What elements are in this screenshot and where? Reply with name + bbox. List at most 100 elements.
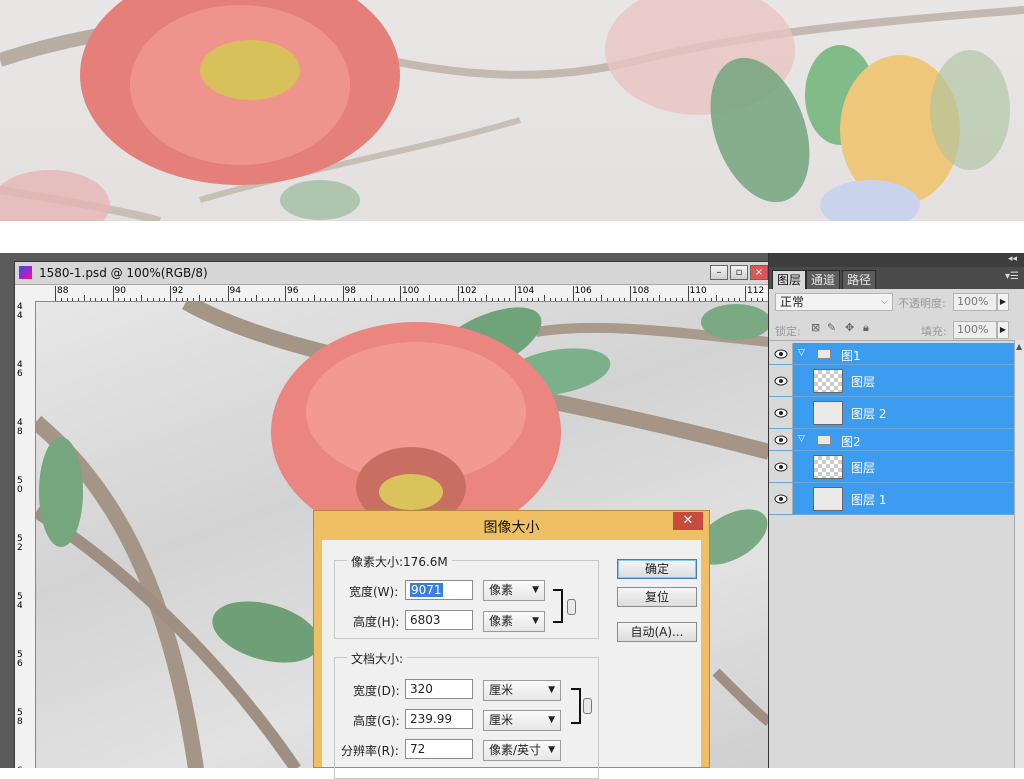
pixel-height-input[interactable]: 6803 — [405, 610, 473, 630]
layer-row[interactable]: 图层 2 — [769, 397, 1014, 429]
pixel-width-unit-select[interactable]: 像素 ▼ — [483, 580, 545, 601]
dialog-close-button[interactable]: ✕ — [673, 512, 703, 530]
ruler-tick — [158, 298, 160, 301]
ruler-tick — [118, 298, 120, 301]
layers-scrollbar[interactable]: ▲ — [1014, 340, 1024, 768]
ruler-tick — [428, 295, 430, 301]
doc-width-unit-select[interactable]: 厘米 ▼ — [483, 680, 561, 701]
layer-row-group[interactable]: ▽ 图2 — [769, 429, 1014, 451]
ruler-tick — [239, 298, 240, 301]
horizontal-ruler[interactable]: 88 90 92 94 96 98 100 102 104 106 108 110 112 — [35, 285, 769, 302]
ruler-tick — [417, 298, 419, 301]
fill-arrow-button[interactable]: ▶ — [997, 321, 1009, 339]
layer-row[interactable]: 图层 — [769, 451, 1014, 483]
visibility-toggle[interactable] — [769, 365, 793, 396]
opacity-arrow-button[interactable]: ▶ — [997, 293, 1009, 311]
fill-input[interactable]: 100% — [953, 321, 997, 339]
ruler-tick — [290, 298, 292, 301]
minimize-button[interactable]: – — [710, 265, 728, 280]
ok-button[interactable]: 确定 — [617, 559, 697, 579]
maximize-button[interactable]: ▫ — [730, 265, 748, 280]
ruler-tick — [83, 295, 85, 301]
layer-row-group[interactable]: ▽ 图1 — [769, 343, 1014, 365]
eye-icon — [774, 435, 788, 445]
blend-mode-select[interactable]: 正常 ⌵ — [775, 293, 893, 311]
opacity-value: 100% — [957, 295, 989, 308]
pixel-height-unit: 像素 — [489, 614, 514, 628]
ruler-tick — [388, 298, 390, 301]
tab-paths[interactable]: 路径 — [842, 270, 877, 289]
visibility-toggle[interactable] — [769, 451, 793, 482]
resolution-input[interactable]: 72 — [405, 739, 473, 759]
ruler-tick — [670, 298, 672, 301]
resolution-unit-select[interactable]: 像素/英寸 ▼ — [483, 740, 561, 761]
ruler-tick — [463, 298, 465, 301]
ruler-tick — [296, 298, 298, 301]
panel-collapse-bar[interactable]: ◂◂ — [769, 253, 1024, 267]
ruler-v-label: 48 — [17, 418, 23, 437]
panel-menu-icon[interactable]: ▾☰ — [1005, 271, 1019, 282]
ruler-tick — [78, 298, 79, 301]
eye-icon — [774, 462, 788, 472]
ruler-tick — [112, 286, 114, 301]
lock-label: 锁定: — [775, 325, 801, 338]
ruler-tick — [440, 298, 442, 301]
layer-thumbnail — [813, 401, 843, 425]
ruler-tick — [451, 298, 453, 301]
lock-brush-icon[interactable]: ✎ — [827, 321, 836, 334]
visibility-toggle[interactable] — [769, 397, 793, 428]
pixel-height-label: 高度(H): — [353, 615, 400, 629]
chevron-down-icon: ▼ — [532, 585, 539, 595]
scroll-up-icon[interactable]: ▲ — [1016, 342, 1022, 351]
auto-button[interactable]: 自动(A)... — [617, 622, 697, 642]
pixel-height-unit-select[interactable]: 像素 ▼ — [483, 611, 545, 632]
image-size-dialog: 图像大小 ✕ 像素大小:176.6M 宽度(W): 9071 像素 ▼ 高度(H)… — [313, 510, 710, 779]
ruler-tick — [607, 298, 608, 301]
doc-height-unit-select[interactable]: 厘米 ▼ — [483, 710, 561, 731]
folder-icon — [817, 349, 831, 359]
lock-transparent-icon[interactable]: ⊠ — [811, 321, 820, 334]
doc-height-input[interactable]: 239.99 — [405, 709, 473, 729]
close-window-button[interactable]: × — [750, 265, 768, 280]
ruler-tick — [658, 295, 660, 301]
pixel-width-input[interactable]: 9071 — [405, 580, 473, 600]
tab-layers[interactable]: 图层 — [772, 270, 807, 289]
folder-icon — [817, 435, 831, 445]
lock-move-icon[interactable]: ✥ — [845, 321, 854, 334]
ruler-tick — [135, 298, 137, 301]
ruler-tick — [630, 286, 631, 301]
document-titlebar[interactable]: 1580-1.psd @ 100%(RGB/8) – ▫ × — [15, 262, 769, 285]
visibility-toggle[interactable] — [769, 483, 793, 514]
doc-width-input[interactable]: 320 — [405, 679, 473, 699]
ruler-tick — [147, 298, 148, 301]
ruler-tick — [198, 295, 200, 301]
ruler-tick — [129, 298, 131, 301]
ruler-tick — [549, 298, 551, 301]
ruler-tick — [193, 298, 194, 301]
ruler-tick — [515, 286, 516, 301]
ruler-tick — [704, 298, 706, 301]
layer-row[interactable]: 图层 1 — [769, 483, 1014, 515]
doc-height-value: 239.99 — [410, 712, 452, 726]
ruler-tick — [434, 298, 436, 301]
expand-triangle-icon[interactable]: ▽ — [798, 348, 805, 358]
ruler-tick — [66, 298, 68, 301]
visibility-toggle[interactable] — [769, 343, 793, 364]
eye-icon — [774, 494, 788, 504]
layer-row[interactable]: 图层 — [769, 365, 1014, 397]
ruler-corner[interactable] — [15, 285, 36, 302]
vertical-ruler[interactable]: 44464850525456586 — [15, 301, 36, 768]
layers-list: ▽ 图1 图层 图层 2 ▽ 图2 图层 图层 1 — [769, 340, 1014, 768]
expand-triangle-icon[interactable]: ▽ — [798, 434, 805, 444]
tab-channels[interactable]: 通道 — [806, 270, 841, 289]
opacity-input[interactable]: 100% — [953, 293, 997, 311]
ruler-tick — [221, 298, 223, 301]
doc-height-label: 高度(G): — [353, 714, 400, 728]
lock-all-icon[interactable]: 🔒︎ — [863, 321, 869, 335]
visibility-toggle[interactable] — [769, 429, 793, 450]
ruler-tick — [566, 298, 568, 301]
reset-button[interactable]: 复位 — [617, 587, 697, 607]
ruler-h-label: 94 — [229, 286, 241, 296]
ruler-tick — [601, 295, 603, 301]
pixel-dimensions-title: 像素大小:176.6M — [347, 553, 452, 570]
